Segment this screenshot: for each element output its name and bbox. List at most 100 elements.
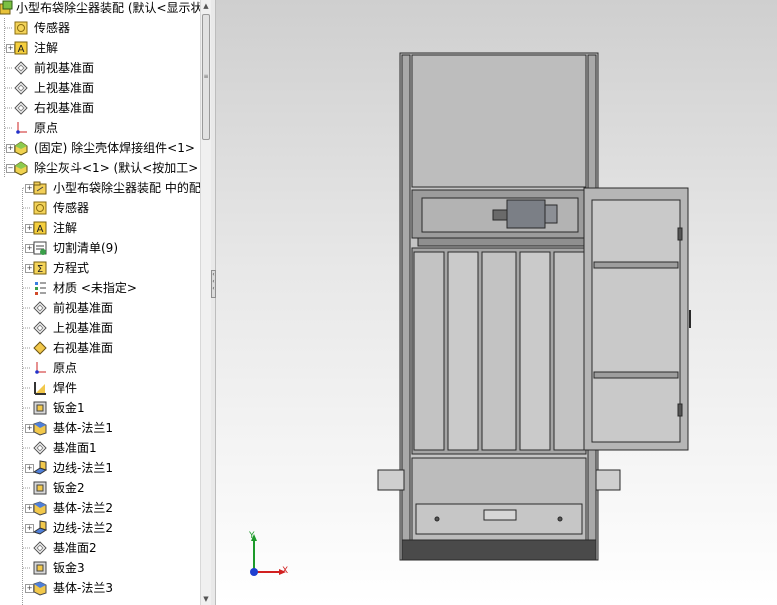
tree-item[interactable]: 焊件 — [0, 378, 200, 398]
tree-item-label: 钣金2 — [53, 481, 85, 495]
tree-item[interactable]: 原点 — [0, 118, 200, 138]
material-icon — [35, 282, 46, 295]
tree-item-label: 除尘灰斗<1> (默认<按加工> — [34, 161, 199, 175]
tree-item[interactable]: + 基体-法兰3 — [0, 578, 200, 598]
tree-item[interactable]: + Σ 方程式 — [0, 258, 200, 278]
tree-item-label: 注解 — [34, 41, 59, 55]
edge-flange-icon — [32, 520, 48, 535]
door-hinge-top — [677, 227, 683, 241]
scrollbar-thumb[interactable]: ≡ — [202, 14, 210, 140]
plane-icon — [33, 541, 47, 555]
tree-item[interactable]: 钣金2 — [0, 478, 200, 498]
plane-icon — [33, 441, 47, 455]
tree-item[interactable]: 基准面1 — [0, 438, 200, 458]
tree-item-label: 前视基准面 — [34, 61, 95, 75]
tree-item-label: 原点 — [34, 121, 59, 135]
tree-item-label: 基准面1 — [53, 441, 97, 455]
tree-item-label: 边线-法兰1 — [53, 461, 113, 475]
part-icon — [14, 161, 28, 176]
tree-item-label: 注解 — [53, 221, 78, 235]
tree-item-label: 右视基准面 — [34, 101, 95, 115]
tree-item-label: 上视基准面 — [34, 81, 95, 95]
tree-item-label: 前视基准面 — [53, 301, 114, 315]
tree-item-label: (固定) 除尘壳体焊接组件<1> — [34, 141, 195, 155]
tree-item-label: 基体-法兰3 — [53, 581, 113, 595]
sheet-metal-icon — [33, 481, 47, 495]
drawer-handle — [483, 509, 517, 521]
plane-icon — [33, 301, 47, 315]
scroll-up-button[interactable]: ▲ — [201, 0, 211, 12]
tree-item[interactable]: 右视基准面 — [0, 98, 200, 118]
tree-item[interactable]: + (固定) 除尘壳体焊接组件<1> — [0, 138, 200, 158]
base-flange-icon — [33, 421, 47, 436]
tree-item[interactable]: 传感器 — [0, 198, 200, 218]
filter-bag-4 — [519, 251, 551, 451]
filter-bag-5 — [553, 251, 585, 451]
model-view — [377, 52, 691, 561]
tree-item-label: 方程式 — [53, 261, 90, 275]
origin-icon — [35, 362, 46, 374]
scroll-down-button[interactable]: ▼ — [201, 593, 211, 605]
tree-item[interactable]: + A 注解 — [0, 218, 200, 238]
tree-item[interactable]: + 边线-法兰1 — [0, 458, 200, 478]
origin-icon — [16, 122, 27, 134]
tree-item-label: 基体-法兰2 — [53, 501, 113, 515]
tree-item[interactable]: 右视基准面 — [0, 338, 200, 358]
filter-bag-1 — [413, 251, 445, 451]
motor-body — [506, 199, 546, 229]
tree-item[interactable]: 钣金3 — [0, 558, 200, 578]
tree-item[interactable]: 基准面2 — [0, 538, 200, 558]
tree-item[interactable]: 传感器 — [0, 18, 200, 38]
svg-text:A: A — [37, 224, 44, 235]
tree-item-label: 小型布袋除尘器装配 中的配 — [53, 181, 200, 195]
edge-flange-icon — [32, 460, 48, 475]
plane-icon — [33, 321, 47, 335]
plane-icon — [14, 101, 28, 115]
tree-item[interactable]: + 小型布袋除尘器装配 中的配 — [0, 178, 200, 198]
tree-item[interactable]: 钣金1 — [0, 398, 200, 418]
tree-vertical-scrollbar[interactable]: ▲ ≡ ▼ — [200, 0, 211, 605]
tree-item[interactable]: 前视基准面 — [0, 298, 200, 318]
left-inlet-pipe — [377, 469, 405, 491]
tree-item[interactable]: 原点 — [0, 358, 200, 378]
assembly-icon — [0, 0, 13, 15]
tree-item[interactable]: 上视基准面 — [0, 78, 200, 98]
tree-item-label: 切割清单(9) — [53, 241, 118, 255]
cut-list-icon — [33, 241, 47, 255]
tree-item-label: 材质 <未指定> — [53, 281, 137, 295]
door-hinge-bottom — [677, 403, 683, 417]
top-panel — [411, 54, 587, 188]
triad-x-label: X — [282, 566, 289, 576]
tree-item[interactable]: + 基体-法兰2 — [0, 498, 200, 518]
tree-item[interactable]: −小型布袋除尘器装配 (默认<显示状 — [0, 0, 200, 18]
sheet-metal-icon — [33, 561, 47, 575]
weldment-icon — [34, 382, 46, 395]
plane-icon — [14, 81, 28, 95]
sheet-metal-icon — [33, 401, 47, 415]
tree-item-label: 小型布袋除尘器装配 (默认<显示状 — [16, 1, 200, 15]
tree-item[interactable]: 材质 <未指定> — [0, 278, 200, 298]
tree-item[interactable]: − 除尘灰斗<1> (默认<按加工> — [0, 158, 200, 178]
tree-item[interactable]: + 基体-法兰1 — [0, 418, 200, 438]
tree-item[interactable]: 前视基准面 — [0, 58, 200, 78]
right-outlet-pipe — [595, 469, 621, 491]
tree-item[interactable]: + 边线-法兰2 — [0, 518, 200, 538]
graphics-area[interactable]: Y X — [216, 0, 777, 605]
tree-item[interactable]: 上视基准面 — [0, 318, 200, 338]
tree-item[interactable]: + A 注解 — [0, 38, 200, 58]
tree-item-label: 基准面2 — [53, 541, 97, 555]
tree-item-label: 传感器 — [53, 201, 90, 215]
mate-folder-icon — [33, 181, 47, 195]
tree-item-label: 钣金1 — [53, 401, 85, 415]
tree-item-label: 边线-法兰2 — [53, 521, 113, 535]
tree-item[interactable]: + 切割清单(9) — [0, 238, 200, 258]
svg-text:Σ: Σ — [37, 264, 43, 275]
filter-bag-2 — [447, 251, 479, 451]
feature-manager-tree: −小型布袋除尘器装配 (默认<显示状传感器+A注解前视基准面上视基准面右视基准面… — [0, 0, 200, 605]
svg-text:A: A — [18, 44, 25, 55]
plane-selected-icon — [33, 341, 47, 355]
triad-y-label: Y — [249, 531, 255, 541]
plane-icon — [14, 61, 28, 75]
tree-item-label: 焊件 — [53, 381, 78, 395]
tree-item-label: 上视基准面 — [53, 321, 114, 335]
